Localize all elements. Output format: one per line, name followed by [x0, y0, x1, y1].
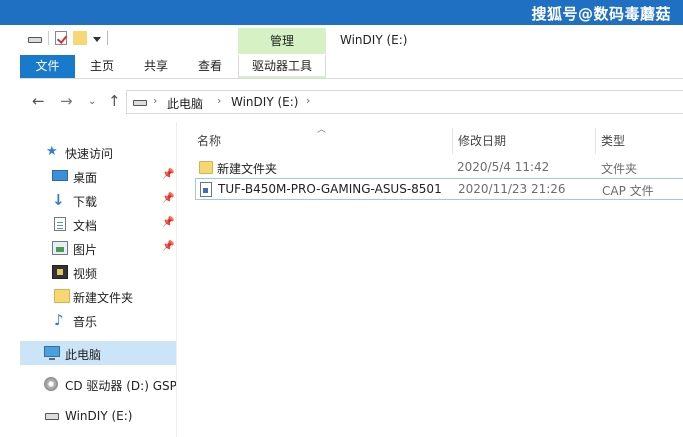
file-type: 文件夹 — [601, 162, 638, 176]
window-title: WinDIY (E:) — [340, 33, 408, 47]
column-header-date[interactable]: 修改日期 — [458, 132, 506, 149]
video-icon — [52, 265, 68, 279]
tab-share[interactable]: 共享 — [134, 55, 178, 78]
sidebar-item-music[interactable]: ♪ 音乐 — [20, 308, 176, 332]
sidebar-item-videos[interactable]: 视频 — [20, 260, 176, 284]
sidebar-item-label: 文档 — [73, 219, 98, 233]
customize-toolbar-icon[interactable] — [93, 37, 101, 42]
sidebar-item-quick-access[interactable]: ★ 快速访问 — [20, 140, 176, 164]
chevron-right-icon[interactable]: › — [217, 94, 221, 107]
sidebar-item-downloads[interactable]: ↓ 下载 📌 — [20, 188, 176, 212]
new-folder-icon[interactable] — [73, 31, 87, 45]
toolbar-divider — [48, 31, 49, 45]
sidebar-item-label: CD 驱动器 (D:) GSP1 — [65, 379, 185, 393]
folder-icon — [54, 289, 70, 303]
sidebar-item-cd-drive[interactable]: CD 驱动器 (D:) GSP1 — [20, 372, 185, 396]
breadcrumb-this-pc[interactable]: 此电脑 — [167, 95, 203, 112]
star-icon: ★ — [46, 144, 58, 159]
sidebar-item-new-folder[interactable]: 新建文件夹 — [20, 284, 176, 308]
sidebar-item-desktop[interactable]: 桌面 📌 — [20, 164, 176, 188]
watermark: 搜狐号@数码毒蘑菇 — [531, 5, 671, 23]
computer-icon — [44, 346, 60, 360]
top-strip: 搜狐号@数码毒蘑菇 — [0, 0, 683, 25]
forward-arrow-icon[interactable]: → — [60, 92, 73, 110]
sidebar-item-label: 快速访问 — [65, 147, 114, 161]
file-date: 2020/5/4 11:42 — [457, 160, 550, 174]
sidebar-item-label: 音乐 — [73, 315, 98, 329]
table-row[interactable]: TUF-B450M-PRO-GAMING-ASUS-8501 2020/11/2… — [195, 178, 683, 200]
file-name: 新建文件夹 — [217, 162, 278, 176]
context-tab-group-label: 管理 — [238, 28, 326, 54]
tab-file[interactable]: 文件 — [20, 55, 75, 78]
column-header-type[interactable]: 类型 — [601, 132, 625, 149]
chevron-down-icon[interactable]: ⌄ — [88, 96, 96, 107]
sidebar-item-label: 图片 — [73, 243, 98, 257]
sidebar-item-label: 视频 — [73, 267, 98, 281]
sidebar-item-label: 此电脑 — [65, 348, 102, 362]
cd-drive-icon — [44, 377, 58, 391]
file-icon — [200, 182, 212, 197]
drive-icon — [28, 37, 42, 43]
up-arrow-icon[interactable]: ↑ — [108, 92, 121, 110]
navigation-pane: ★ 快速访问 桌面 📌 ↓ 下载 📌 文档 📌 图片 📌 视频 新建文件夹 ♪ … — [20, 122, 185, 437]
breadcrumb-drive[interactable]: WinDIY (E:) — [231, 95, 298, 109]
address-bar[interactable]: › 此电脑 › WinDIY (E:) › — [126, 90, 683, 114]
chevron-right-icon[interactable]: › — [306, 94, 310, 107]
file-name: TUF-B450M-PRO-GAMING-ASUS-8501 — [218, 182, 442, 196]
tab-home[interactable]: 主页 — [80, 55, 124, 78]
desktop-icon — [52, 170, 68, 181]
sort-ascending-icon: ︿ — [317, 125, 327, 135]
sidebar-item-documents[interactable]: 文档 📌 — [20, 212, 176, 236]
pin-icon[interactable]: 📌 — [162, 193, 174, 204]
pin-icon[interactable]: 📌 — [162, 169, 174, 180]
back-arrow-icon[interactable]: ← — [32, 92, 45, 110]
chevron-right-icon[interactable]: › — [153, 94, 157, 107]
sidebar-item-label: 下载 — [73, 195, 98, 209]
column-header-name[interactable]: 名称 — [197, 132, 221, 149]
sidebar-item-label: 桌面 — [73, 171, 98, 185]
sidebar-item-label: WinDIY (E:) — [65, 409, 133, 423]
drive-icon — [45, 413, 59, 420]
column-divider[interactable] — [452, 128, 453, 154]
ribbon-tabs: 文件 主页 共享 查看 驱动器工具 — [20, 55, 683, 79]
tab-view[interactable]: 查看 — [188, 55, 232, 78]
pin-icon[interactable]: 📌 — [162, 241, 174, 252]
sidebar-item-label: 新建文件夹 — [73, 291, 134, 305]
file-list: ︿ 名称 修改日期 类型 新建文件夹 2020/5/4 11:42 文件夹 TU… — [177, 122, 683, 437]
quick-access-toolbar — [28, 31, 108, 45]
sidebar-item-windiy-drive[interactable]: WinDIY (E:) — [20, 404, 176, 428]
properties-icon[interactable] — [55, 31, 67, 45]
table-row[interactable]: 新建文件夹 2020/5/4 11:42 文件夹 — [195, 157, 683, 179]
download-icon: ↓ — [52, 191, 65, 209]
folder-icon — [199, 161, 213, 174]
tab-drive-tools[interactable]: 驱动器工具 — [238, 55, 326, 78]
file-date: 2020/11/23 21:26 — [458, 182, 566, 196]
sidebar-item-pictures[interactable]: 图片 📌 — [20, 236, 176, 260]
navigation-bar: ← → ⌄ ↑ › 此电脑 › WinDIY (E:) › — [20, 80, 683, 122]
sidebar-item-this-pc[interactable]: 此电脑 — [20, 341, 176, 365]
pin-icon[interactable]: 📌 — [162, 217, 174, 228]
column-divider[interactable] — [595, 128, 596, 154]
file-type: CAP 文件 — [602, 184, 654, 198]
document-icon — [54, 217, 66, 231]
music-icon: ♪ — [54, 311, 64, 329]
toolbar-divider — [107, 31, 108, 45]
drive-icon — [133, 100, 147, 106]
pictures-icon — [52, 241, 68, 255]
